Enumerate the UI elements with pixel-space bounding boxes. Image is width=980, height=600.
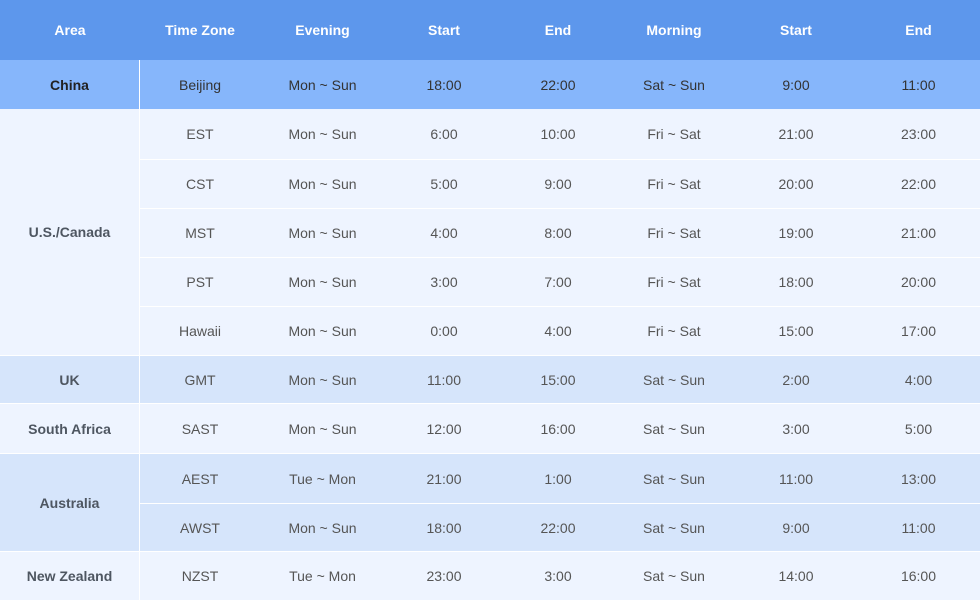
morning-end-cell: 11:00	[857, 503, 980, 551]
morning-days-cell: Fri ~ Sat	[613, 306, 735, 355]
schedule-table: Area Time Zone Evening Start End Morning…	[0, 0, 980, 600]
header-area: Area	[0, 0, 140, 60]
evening-days-cell: Mon ~ Sun	[260, 306, 385, 355]
morning-days-cell: Fri ~ Sat	[613, 208, 735, 257]
morning-days-cell: Sat ~ Sun	[613, 453, 735, 503]
evening-end-cell: 1:00	[503, 453, 613, 503]
morning-start-cell: 15:00	[735, 306, 857, 355]
evening-start-cell: 5:00	[385, 159, 503, 208]
evening-start-cell: 21:00	[385, 453, 503, 503]
tz-cell: EST	[140, 109, 260, 159]
morning-end-cell: 21:00	[857, 208, 980, 257]
evening-days-cell: Mon ~ Sun	[260, 355, 385, 403]
evening-days-cell: Mon ~ Sun	[260, 208, 385, 257]
tz-cell: PST	[140, 257, 260, 306]
morning-start-cell: 20:00	[735, 159, 857, 208]
morning-end-cell: 11:00	[857, 60, 980, 109]
area-china: China	[0, 60, 140, 109]
morning-end-cell: 22:00	[857, 159, 980, 208]
evening-end-cell: 10:00	[503, 109, 613, 159]
morning-start-cell: 3:00	[735, 403, 857, 453]
evening-end-cell: 8:00	[503, 208, 613, 257]
evening-days-cell: Tue ~ Mon	[260, 453, 385, 503]
evening-days-cell: Tue ~ Mon	[260, 551, 385, 600]
evening-end-cell: 4:00	[503, 306, 613, 355]
evening-start-cell: 23:00	[385, 551, 503, 600]
morning-start-cell: 2:00	[735, 355, 857, 403]
morning-end-cell: 16:00	[857, 551, 980, 600]
evening-start-cell: 18:00	[385, 60, 503, 109]
evening-start-cell: 3:00	[385, 257, 503, 306]
morning-end-cell: 23:00	[857, 109, 980, 159]
evening-days-cell: Mon ~ Sun	[260, 503, 385, 551]
morning-start-cell: 19:00	[735, 208, 857, 257]
evening-days-cell: Mon ~ Sun	[260, 60, 385, 109]
morning-end-cell: 4:00	[857, 355, 980, 403]
evening-days-cell: Mon ~ Sun	[260, 403, 385, 453]
evening-end-cell: 3:00	[503, 551, 613, 600]
morning-end-cell: 13:00	[857, 453, 980, 503]
evening-end-cell: 22:00	[503, 60, 613, 109]
evening-start-cell: 12:00	[385, 403, 503, 453]
area-us-canada: U.S./Canada	[0, 109, 140, 355]
area-uk: UK	[0, 355, 140, 403]
morning-days-cell: Sat ~ Sun	[613, 60, 735, 109]
morning-days-cell: Fri ~ Sat	[613, 159, 735, 208]
header-evening-end: End	[503, 0, 613, 60]
header-morning-end: End	[857, 0, 980, 60]
morning-end-cell: 17:00	[857, 306, 980, 355]
evening-days-cell: Mon ~ Sun	[260, 109, 385, 159]
evening-start-cell: 11:00	[385, 355, 503, 403]
morning-start-cell: 9:00	[735, 60, 857, 109]
tz-cell: AEST	[140, 453, 260, 503]
morning-days-cell: Sat ~ Sun	[613, 355, 735, 403]
tz-cell: GMT	[140, 355, 260, 403]
evening-end-cell: 22:00	[503, 503, 613, 551]
tz-cell: Hawaii	[140, 306, 260, 355]
evening-start-cell: 18:00	[385, 503, 503, 551]
morning-start-cell: 14:00	[735, 551, 857, 600]
morning-days-cell: Sat ~ Sun	[613, 503, 735, 551]
header-time-zone: Time Zone	[140, 0, 260, 60]
evening-start-cell: 6:00	[385, 109, 503, 159]
evening-end-cell: 9:00	[503, 159, 613, 208]
evening-start-cell: 0:00	[385, 306, 503, 355]
tz-cell: Beijing	[140, 60, 260, 109]
tz-cell: AWST	[140, 503, 260, 551]
header-evening: Evening	[260, 0, 385, 60]
evening-end-cell: 7:00	[503, 257, 613, 306]
area-new-zealand: New Zealand	[0, 551, 140, 600]
morning-days-cell: Fri ~ Sat	[613, 109, 735, 159]
tz-cell: MST	[140, 208, 260, 257]
morning-start-cell: 11:00	[735, 453, 857, 503]
tz-cell: NZST	[140, 551, 260, 600]
morning-end-cell: 5:00	[857, 403, 980, 453]
evening-days-cell: Mon ~ Sun	[260, 257, 385, 306]
evening-end-cell: 15:00	[503, 355, 613, 403]
header-evening-start: Start	[385, 0, 503, 60]
morning-days-cell: Fri ~ Sat	[613, 257, 735, 306]
morning-end-cell: 20:00	[857, 257, 980, 306]
tz-cell: SAST	[140, 403, 260, 453]
morning-days-cell: Sat ~ Sun	[613, 403, 735, 453]
area-australia: Australia	[0, 453, 140, 551]
evening-start-cell: 4:00	[385, 208, 503, 257]
morning-start-cell: 18:00	[735, 257, 857, 306]
area-south-africa: South Africa	[0, 403, 140, 453]
tz-cell: CST	[140, 159, 260, 208]
evening-end-cell: 16:00	[503, 403, 613, 453]
morning-days-cell: Sat ~ Sun	[613, 551, 735, 600]
header-morning-start: Start	[735, 0, 857, 60]
morning-start-cell: 9:00	[735, 503, 857, 551]
morning-start-cell: 21:00	[735, 109, 857, 159]
evening-days-cell: Mon ~ Sun	[260, 159, 385, 208]
header-morning: Morning	[613, 0, 735, 60]
